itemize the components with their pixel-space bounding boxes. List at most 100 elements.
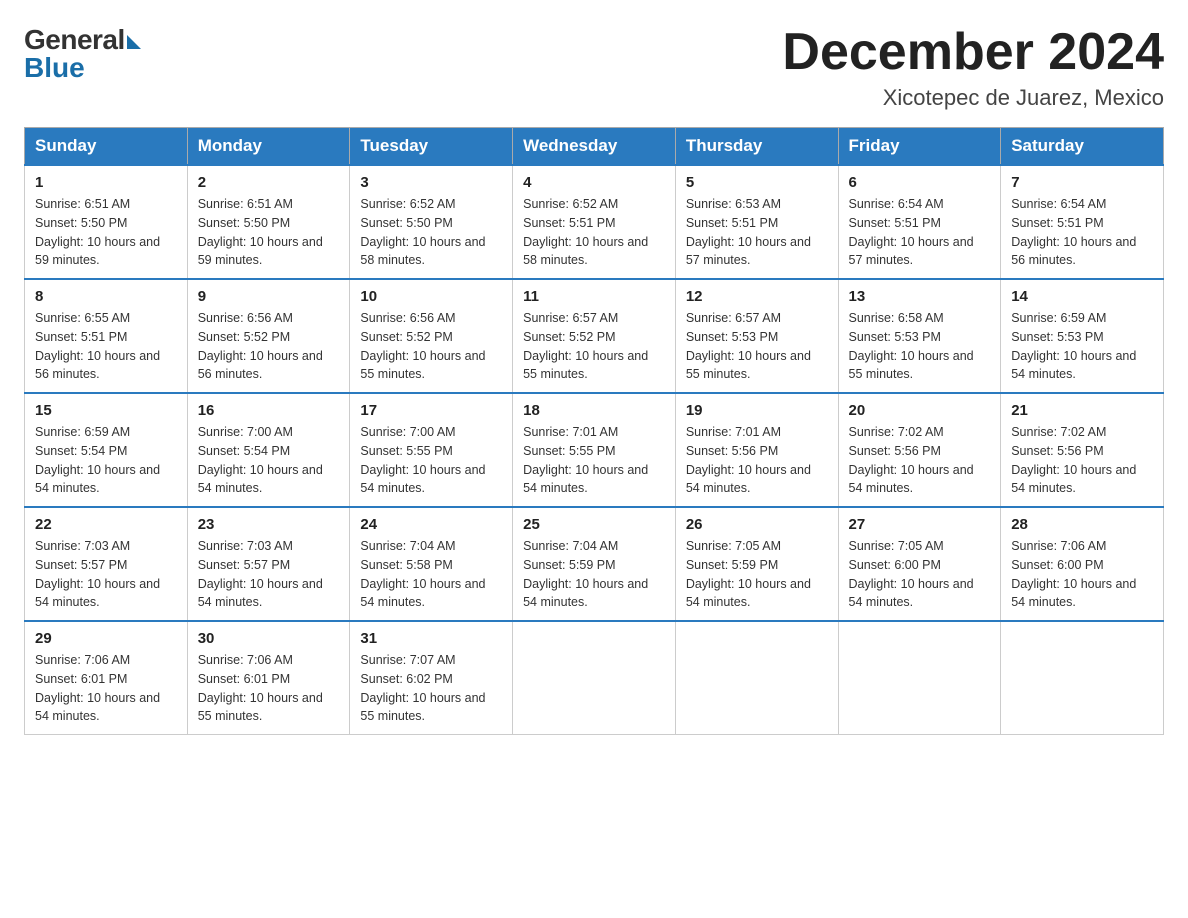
calendar-day-cell: 6 Sunrise: 6:54 AMSunset: 5:51 PMDayligh…: [838, 165, 1001, 279]
page-header: General Blue December 2024 Xicotepec de …: [24, 24, 1164, 111]
calendar-day-cell: 29 Sunrise: 7:06 AMSunset: 6:01 PMDaylig…: [25, 621, 188, 735]
calendar-day-cell: 26 Sunrise: 7:05 AMSunset: 5:59 PMDaylig…: [675, 507, 838, 621]
calendar-day-cell: 23 Sunrise: 7:03 AMSunset: 5:57 PMDaylig…: [187, 507, 350, 621]
day-number: 19: [686, 402, 828, 419]
calendar-day-cell: 7 Sunrise: 6:54 AMSunset: 5:51 PMDayligh…: [1001, 165, 1164, 279]
day-number: 2: [198, 174, 340, 191]
calendar-day-cell: 3 Sunrise: 6:52 AMSunset: 5:50 PMDayligh…: [350, 165, 513, 279]
day-number: 5: [686, 174, 828, 191]
calendar-day-header: Tuesday: [350, 128, 513, 166]
calendar-day-cell: 20 Sunrise: 7:02 AMSunset: 5:56 PMDaylig…: [838, 393, 1001, 507]
location-title: Xicotepec de Juarez, Mexico: [782, 85, 1164, 111]
day-info: Sunrise: 7:07 AMSunset: 6:02 PMDaylight:…: [360, 653, 485, 723]
day-number: 3: [360, 174, 502, 191]
calendar-day-cell: 14 Sunrise: 6:59 AMSunset: 5:53 PMDaylig…: [1001, 279, 1164, 393]
day-info: Sunrise: 7:00 AMSunset: 5:55 PMDaylight:…: [360, 425, 485, 495]
calendar-day-cell: 31 Sunrise: 7:07 AMSunset: 6:02 PMDaylig…: [350, 621, 513, 735]
day-info: Sunrise: 6:54 AMSunset: 5:51 PMDaylight:…: [1011, 197, 1136, 267]
calendar-day-cell: 22 Sunrise: 7:03 AMSunset: 5:57 PMDaylig…: [25, 507, 188, 621]
day-info: Sunrise: 6:59 AMSunset: 5:54 PMDaylight:…: [35, 425, 160, 495]
calendar-day-cell: 19 Sunrise: 7:01 AMSunset: 5:56 PMDaylig…: [675, 393, 838, 507]
month-title: December 2024: [782, 24, 1164, 81]
day-info: Sunrise: 7:05 AMSunset: 6:00 PMDaylight:…: [849, 539, 974, 609]
day-info: Sunrise: 6:52 AMSunset: 5:50 PMDaylight:…: [360, 197, 485, 267]
calendar-day-cell: [675, 621, 838, 735]
calendar-day-cell: 10 Sunrise: 6:56 AMSunset: 5:52 PMDaylig…: [350, 279, 513, 393]
day-info: Sunrise: 6:51 AMSunset: 5:50 PMDaylight:…: [198, 197, 323, 267]
day-info: Sunrise: 6:57 AMSunset: 5:52 PMDaylight:…: [523, 311, 648, 381]
calendar-table: SundayMondayTuesdayWednesdayThursdayFrid…: [24, 127, 1164, 735]
day-number: 11: [523, 288, 665, 305]
day-number: 8: [35, 288, 177, 305]
calendar-day-cell: [1001, 621, 1164, 735]
calendar-day-header: Sunday: [25, 128, 188, 166]
calendar-day-cell: [838, 621, 1001, 735]
calendar-day-header: Monday: [187, 128, 350, 166]
calendar-header-row: SundayMondayTuesdayWednesdayThursdayFrid…: [25, 128, 1164, 166]
day-info: Sunrise: 6:54 AMSunset: 5:51 PMDaylight:…: [849, 197, 974, 267]
calendar-week-row: 8 Sunrise: 6:55 AMSunset: 5:51 PMDayligh…: [25, 279, 1164, 393]
calendar-day-header: Saturday: [1001, 128, 1164, 166]
day-number: 6: [849, 174, 991, 191]
calendar-day-cell: 30 Sunrise: 7:06 AMSunset: 6:01 PMDaylig…: [187, 621, 350, 735]
calendar-week-row: 22 Sunrise: 7:03 AMSunset: 5:57 PMDaylig…: [25, 507, 1164, 621]
day-number: 25: [523, 516, 665, 533]
calendar-day-cell: 21 Sunrise: 7:02 AMSunset: 5:56 PMDaylig…: [1001, 393, 1164, 507]
day-number: 22: [35, 516, 177, 533]
calendar-day-cell: 11 Sunrise: 6:57 AMSunset: 5:52 PMDaylig…: [513, 279, 676, 393]
title-block: December 2024 Xicotepec de Juarez, Mexic…: [782, 24, 1164, 111]
day-number: 15: [35, 402, 177, 419]
calendar-day-cell: 9 Sunrise: 6:56 AMSunset: 5:52 PMDayligh…: [187, 279, 350, 393]
day-info: Sunrise: 7:04 AMSunset: 5:59 PMDaylight:…: [523, 539, 648, 609]
day-info: Sunrise: 6:53 AMSunset: 5:51 PMDaylight:…: [686, 197, 811, 267]
day-info: Sunrise: 7:01 AMSunset: 5:56 PMDaylight:…: [686, 425, 811, 495]
day-number: 24: [360, 516, 502, 533]
day-number: 12: [686, 288, 828, 305]
calendar-day-cell: 1 Sunrise: 6:51 AMSunset: 5:50 PMDayligh…: [25, 165, 188, 279]
calendar-day-cell: 27 Sunrise: 7:05 AMSunset: 6:00 PMDaylig…: [838, 507, 1001, 621]
day-info: Sunrise: 6:51 AMSunset: 5:50 PMDaylight:…: [35, 197, 160, 267]
calendar-week-row: 29 Sunrise: 7:06 AMSunset: 6:01 PMDaylig…: [25, 621, 1164, 735]
day-number: 20: [849, 402, 991, 419]
day-info: Sunrise: 7:03 AMSunset: 5:57 PMDaylight:…: [198, 539, 323, 609]
day-number: 18: [523, 402, 665, 419]
calendar-day-cell: 28 Sunrise: 7:06 AMSunset: 6:00 PMDaylig…: [1001, 507, 1164, 621]
calendar-day-cell: 2 Sunrise: 6:51 AMSunset: 5:50 PMDayligh…: [187, 165, 350, 279]
day-info: Sunrise: 6:55 AMSunset: 5:51 PMDaylight:…: [35, 311, 160, 381]
calendar-day-cell: 8 Sunrise: 6:55 AMSunset: 5:51 PMDayligh…: [25, 279, 188, 393]
day-info: Sunrise: 7:01 AMSunset: 5:55 PMDaylight:…: [523, 425, 648, 495]
day-number: 7: [1011, 174, 1153, 191]
day-number: 27: [849, 516, 991, 533]
logo-blue-text: Blue: [24, 52, 85, 84]
day-info: Sunrise: 7:06 AMSunset: 6:01 PMDaylight:…: [198, 653, 323, 723]
day-number: 23: [198, 516, 340, 533]
calendar-day-cell: 15 Sunrise: 6:59 AMSunset: 5:54 PMDaylig…: [25, 393, 188, 507]
day-number: 26: [686, 516, 828, 533]
day-info: Sunrise: 6:56 AMSunset: 5:52 PMDaylight:…: [198, 311, 323, 381]
day-info: Sunrise: 7:05 AMSunset: 5:59 PMDaylight:…: [686, 539, 811, 609]
day-number: 10: [360, 288, 502, 305]
day-info: Sunrise: 7:00 AMSunset: 5:54 PMDaylight:…: [198, 425, 323, 495]
calendar-day-cell: 4 Sunrise: 6:52 AMSunset: 5:51 PMDayligh…: [513, 165, 676, 279]
calendar-week-row: 15 Sunrise: 6:59 AMSunset: 5:54 PMDaylig…: [25, 393, 1164, 507]
day-number: 1: [35, 174, 177, 191]
logo-triangle-icon: [127, 35, 141, 49]
calendar-day-cell: 25 Sunrise: 7:04 AMSunset: 5:59 PMDaylig…: [513, 507, 676, 621]
day-info: Sunrise: 6:59 AMSunset: 5:53 PMDaylight:…: [1011, 311, 1136, 381]
calendar-day-cell: 18 Sunrise: 7:01 AMSunset: 5:55 PMDaylig…: [513, 393, 676, 507]
calendar-day-header: Friday: [838, 128, 1001, 166]
day-number: 14: [1011, 288, 1153, 305]
day-number: 4: [523, 174, 665, 191]
day-info: Sunrise: 6:52 AMSunset: 5:51 PMDaylight:…: [523, 197, 648, 267]
day-info: Sunrise: 7:02 AMSunset: 5:56 PMDaylight:…: [1011, 425, 1136, 495]
day-number: 29: [35, 630, 177, 647]
day-info: Sunrise: 6:58 AMSunset: 5:53 PMDaylight:…: [849, 311, 974, 381]
logo: General Blue: [24, 24, 141, 84]
calendar-day-cell: 17 Sunrise: 7:00 AMSunset: 5:55 PMDaylig…: [350, 393, 513, 507]
calendar-day-header: Thursday: [675, 128, 838, 166]
day-info: Sunrise: 7:02 AMSunset: 5:56 PMDaylight:…: [849, 425, 974, 495]
day-number: 16: [198, 402, 340, 419]
calendar-day-cell: 16 Sunrise: 7:00 AMSunset: 5:54 PMDaylig…: [187, 393, 350, 507]
calendar-day-cell: 5 Sunrise: 6:53 AMSunset: 5:51 PMDayligh…: [675, 165, 838, 279]
day-info: Sunrise: 7:06 AMSunset: 6:00 PMDaylight:…: [1011, 539, 1136, 609]
